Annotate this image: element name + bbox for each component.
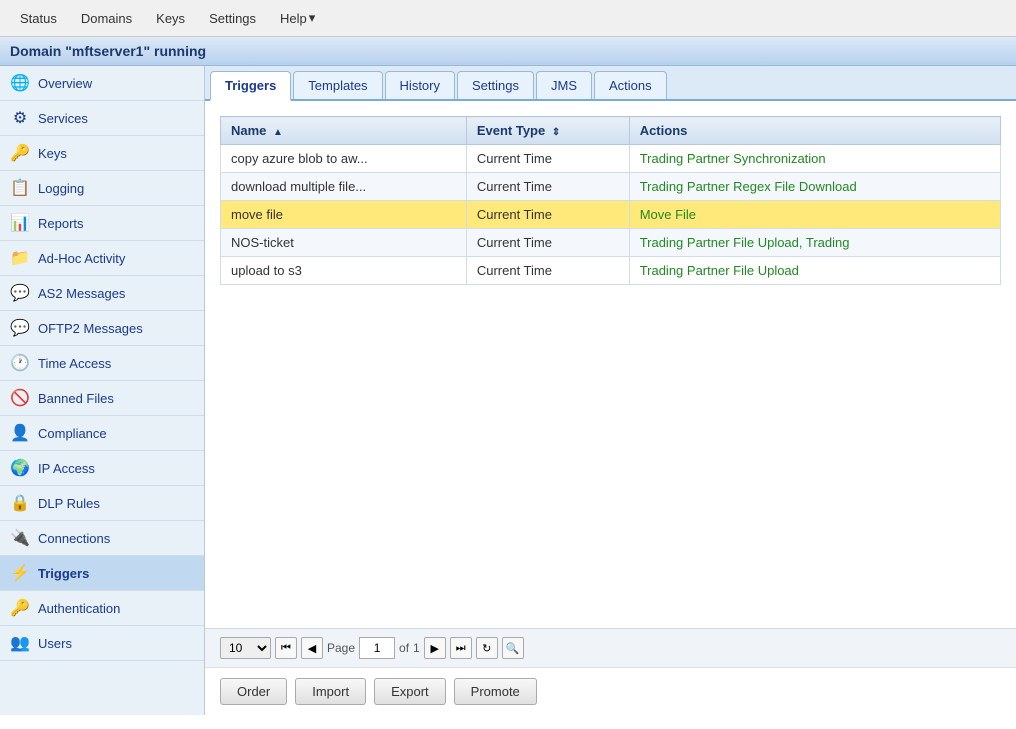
col-header-event-type[interactable]: Event Type ⇕ — [466, 117, 629, 145]
cell-event-type: Current Time — [466, 173, 629, 201]
connections-icon: 🔌 — [10, 528, 30, 548]
menu-item-keys[interactable]: Keys — [146, 7, 195, 30]
tab-history[interactable]: History — [385, 71, 455, 99]
authentication-icon: 🔑 — [10, 598, 30, 618]
menu-item-help[interactable]: Help ▾ — [270, 6, 325, 30]
sidebar-item-adhoc[interactable]: 📁 Ad-Hoc Activity — [0, 241, 204, 276]
cell-actions[interactable]: Move File — [629, 201, 1000, 229]
sidebar-item-compliance[interactable]: 👤 Compliance — [0, 416, 204, 451]
tab-triggers[interactable]: Triggers — [210, 71, 291, 101]
cell-name: NOS-ticket — [221, 229, 467, 257]
cell-actions[interactable]: Trading Partner Synchronization — [629, 145, 1000, 173]
top-menu-bar: Status Domains Keys Settings Help ▾ — [0, 0, 1016, 37]
tab-jms[interactable]: JMS — [536, 71, 592, 99]
cell-actions[interactable]: Trading Partner File Upload — [629, 257, 1000, 285]
content-area: Triggers Templates History Settings JMS … — [205, 66, 1016, 715]
import-button[interactable]: Import — [295, 678, 366, 705]
page-label: Page — [327, 641, 355, 655]
total-pages: 1 — [413, 641, 420, 655]
table-row[interactable]: copy azure blob to aw... Current Time Tr… — [221, 145, 1001, 173]
sidebar-item-authentication[interactable]: 🔑 Authentication — [0, 591, 204, 626]
eventtype-sort-icon: ⇕ — [552, 127, 560, 138]
domain-header: Domain "mftserver1" running — [0, 37, 1016, 66]
col-header-name[interactable]: Name ▲ — [221, 117, 467, 145]
cell-name: move file — [221, 201, 467, 229]
ipaccess-icon: 🌍 — [10, 458, 30, 478]
name-sort-icon: ▲ — [273, 127, 283, 138]
help-dropdown-arrow: ▾ — [309, 10, 316, 26]
action-buttons-bar: Order Import Export Promote — [205, 667, 1016, 715]
first-page-button[interactable]: ⏮ — [275, 637, 297, 659]
sidebar-item-as2[interactable]: 💬 AS2 Messages — [0, 276, 204, 311]
tab-actions[interactable]: Actions — [594, 71, 667, 99]
promote-button[interactable]: Promote — [454, 678, 537, 705]
next-page-button[interactable]: ▶ — [424, 637, 446, 659]
page-number-input[interactable] — [359, 637, 395, 659]
menu-item-status[interactable]: Status — [10, 7, 67, 30]
as2-icon: 💬 — [10, 283, 30, 303]
triggers-icon: ⚡ — [10, 563, 30, 583]
table-row[interactable]: move file Current Time Move File — [221, 201, 1001, 229]
sidebar-item-oftp2[interactable]: 💬 OFTP2 Messages — [0, 311, 204, 346]
menu-item-domains[interactable]: Domains — [71, 7, 142, 30]
sidebar-item-bannedfiles[interactable]: 🚫 Banned Files — [0, 381, 204, 416]
bannedfiles-icon: 🚫 — [10, 388, 30, 408]
triggers-table: Name ▲ Event Type ⇕ Actions copy az — [220, 116, 1001, 285]
cell-name: download multiple file... — [221, 173, 467, 201]
timeaccess-icon: 🕐 — [10, 353, 30, 373]
sidebar-item-users[interactable]: 👥 Users — [0, 626, 204, 661]
sidebar-item-triggers[interactable]: ⚡ Triggers — [0, 556, 204, 591]
main-layout: 🌐 Overview ⚙ Services 🔑 Keys 📋 Logging 📊… — [0, 66, 1016, 715]
page-size-select[interactable]: 10 25 50 100 — [220, 637, 271, 659]
pagination-bar: 10 25 50 100 ⏮ ◀ Page of 1 ▶ ⏭ ↻ 🔍 — [205, 628, 1016, 667]
cell-actions[interactable]: Trading Partner File Upload, Trading — [629, 229, 1000, 257]
cell-event-type: Current Time — [466, 201, 629, 229]
dlprules-icon: 🔒 — [10, 493, 30, 513]
prev-page-button[interactable]: ◀ — [301, 637, 323, 659]
cell-event-type: Current Time — [466, 257, 629, 285]
sidebar-item-services[interactable]: ⚙ Services — [0, 101, 204, 136]
table-row[interactable]: upload to s3 Current Time Trading Partne… — [221, 257, 1001, 285]
oftp2-icon: 💬 — [10, 318, 30, 338]
of-label: of — [399, 641, 409, 655]
sidebar-item-timeaccess[interactable]: 🕐 Time Access — [0, 346, 204, 381]
last-page-button[interactable]: ⏭ — [450, 637, 472, 659]
tab-templates[interactable]: Templates — [293, 71, 382, 99]
sidebar-item-logging[interactable]: 📋 Logging — [0, 171, 204, 206]
adhoc-icon: 📁 — [10, 248, 30, 268]
logging-icon: 📋 — [10, 178, 30, 198]
sidebar-item-reports[interactable]: 📊 Reports — [0, 206, 204, 241]
tab-settings[interactable]: Settings — [457, 71, 534, 99]
export-button[interactable]: Export — [374, 678, 446, 705]
cell-name: copy azure blob to aw... — [221, 145, 467, 173]
sidebar: 🌐 Overview ⚙ Services 🔑 Keys 📋 Logging 📊… — [0, 66, 205, 715]
services-icon: ⚙ — [10, 108, 30, 128]
users-icon: 👥 — [10, 633, 30, 653]
cell-name: upload to s3 — [221, 257, 467, 285]
reports-icon: 📊 — [10, 213, 30, 233]
overview-icon: 🌐 — [10, 73, 30, 93]
table-row[interactable]: download multiple file... Current Time T… — [221, 173, 1001, 201]
cell-event-type: Current Time — [466, 145, 629, 173]
menu-item-settings[interactable]: Settings — [199, 7, 266, 30]
table-area: Name ▲ Event Type ⇕ Actions copy az — [205, 101, 1016, 628]
compliance-icon: 👤 — [10, 423, 30, 443]
keys-icon: 🔑 — [10, 143, 30, 163]
search-button[interactable]: 🔍 — [502, 637, 524, 659]
sidebar-item-keys[interactable]: 🔑 Keys — [0, 136, 204, 171]
tab-bar: Triggers Templates History Settings JMS … — [205, 66, 1016, 101]
sidebar-item-ipaccess[interactable]: 🌍 IP Access — [0, 451, 204, 486]
cell-actions[interactable]: Trading Partner Regex File Download — [629, 173, 1000, 201]
refresh-button[interactable]: ↻ — [476, 637, 498, 659]
sidebar-item-connections[interactable]: 🔌 Connections — [0, 521, 204, 556]
order-button[interactable]: Order — [220, 678, 287, 705]
table-row[interactable]: NOS-ticket Current Time Trading Partner … — [221, 229, 1001, 257]
cell-event-type: Current Time — [466, 229, 629, 257]
sidebar-item-dlprules[interactable]: 🔒 DLP Rules — [0, 486, 204, 521]
sidebar-item-overview[interactable]: 🌐 Overview — [0, 66, 204, 101]
col-header-actions: Actions — [629, 117, 1000, 145]
